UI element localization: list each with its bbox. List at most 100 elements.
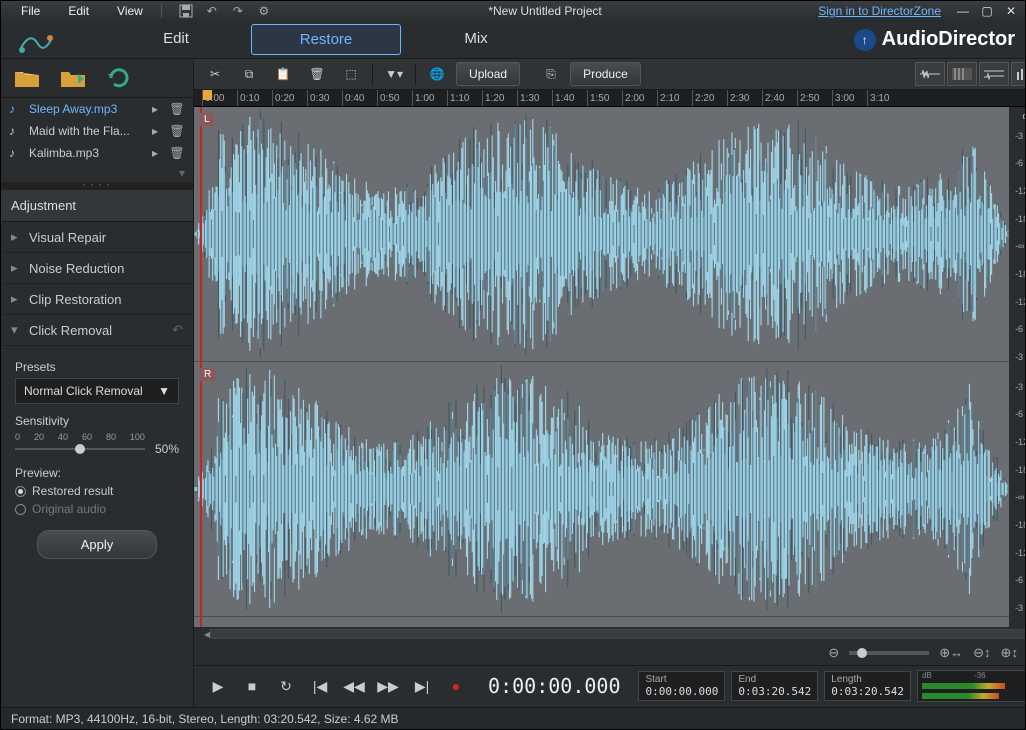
open-folder-icon[interactable]: [13, 67, 41, 89]
play-icon[interactable]: ▸: [147, 146, 163, 160]
rewind-button[interactable]: ◀◀: [340, 672, 368, 700]
produce-button[interactable]: Produce: [570, 62, 641, 86]
play-button[interactable]: ▶: [204, 672, 232, 700]
export-icon[interactable]: ⎘: [536, 61, 566, 87]
play-icon[interactable]: ▸: [147, 124, 163, 138]
ruler-tick: 1:30: [517, 90, 539, 106]
radio-restored-result[interactable]: Restored result: [15, 484, 179, 498]
loop-button[interactable]: ↻: [272, 672, 300, 700]
ruler-tick: 0:50: [377, 90, 399, 106]
tab-restore[interactable]: Restore: [251, 24, 401, 55]
db-tick: -12: [1015, 297, 1025, 307]
zoom-controls: ⊖ ⊕↔ ⊖↕ ⊕↕ ⛶: [194, 641, 1025, 665]
menu-view[interactable]: View: [103, 4, 157, 18]
db-tick: -6: [1015, 324, 1025, 334]
view-spectral-icon[interactable]: [947, 62, 977, 86]
horizontal-scrollbar[interactable]: ◂ ▸: [194, 627, 1025, 641]
crop-icon[interactable]: ⬚: [336, 61, 366, 87]
view-split-icon[interactable]: [979, 62, 1009, 86]
zoom-out-v-icon[interactable]: ⊖↕: [973, 645, 990, 661]
scrollbar-thumb[interactable]: [211, 630, 1025, 638]
zoom-slider[interactable]: [849, 651, 929, 655]
tab-mix[interactable]: Mix: [401, 24, 551, 55]
paste-icon[interactable]: 📋: [268, 61, 298, 87]
cut-icon[interactable]: ✂: [200, 61, 230, 87]
db-tick: -6: [1015, 409, 1025, 419]
maximize-button[interactable]: ▢: [979, 3, 995, 19]
media-item[interactable]: ♪ Maid with the Fla... ▸ 🗑: [1, 120, 193, 142]
apply-button[interactable]: Apply: [37, 530, 157, 559]
menu-edit[interactable]: Edit: [54, 4, 103, 18]
trash-icon[interactable]: 🗑: [169, 146, 185, 160]
range-start[interactable]: Start0:00:00.000: [638, 671, 725, 701]
presets-label: Presets: [15, 360, 179, 374]
refresh-icon[interactable]: [105, 67, 133, 89]
media-item[interactable]: ♪ Sleep Away.mp3 ▸ 🗑: [1, 98, 193, 120]
editor-panel: ✂ ⧉ 📋 🗑 ⬚ ▼▾ 🌐 Upload ⎘ Produce: [194, 59, 1025, 707]
adj-click-removal[interactable]: ▾Click Removal↶: [1, 315, 193, 346]
view-waveform-icon[interactable]: [915, 62, 945, 86]
stop-button[interactable]: ■: [238, 672, 266, 700]
adj-clip-restoration[interactable]: ▸Clip Restoration: [1, 284, 193, 315]
ruler-tick: 0:40: [342, 90, 364, 106]
ruler-tick: 1:00: [412, 90, 434, 106]
level-meter: dB-360: [917, 670, 1025, 702]
radio-icon: [15, 486, 26, 497]
time-ruler[interactable]: 0:000:100:200:300:400:501:001:101:201:30…: [194, 90, 1025, 107]
forward-button[interactable]: ▶▶: [374, 672, 402, 700]
zoom-in-h-icon[interactable]: ⊕↔: [939, 645, 963, 661]
range-length[interactable]: Length0:03:20.542: [824, 671, 911, 701]
adjustment-header: Adjustment: [1, 190, 193, 222]
media-item[interactable]: ♪ Kalimba.mp3 ▸ 🗑: [1, 142, 193, 164]
adj-noise-reduction[interactable]: ▸Noise Reduction: [1, 253, 193, 284]
click-removal-panel: Presets Normal Click Removal ▼ Sensitivi…: [1, 346, 193, 573]
copy-icon[interactable]: ⧉: [234, 61, 264, 87]
scroll-down-icon[interactable]: ▾: [1, 164, 193, 182]
sensitivity-slider[interactable]: [15, 442, 145, 456]
settings-icon[interactable]: ⚙: [256, 3, 272, 19]
delete-icon[interactable]: 🗑: [302, 61, 332, 87]
ruler-tick: 2:20: [692, 90, 714, 106]
ruler-tick: 0:30: [307, 90, 329, 106]
radio-original-audio[interactable]: Original audio: [15, 502, 179, 516]
menu-file[interactable]: File: [7, 4, 54, 18]
trash-icon[interactable]: 🗑: [169, 102, 185, 116]
play-icon[interactable]: ▸: [147, 102, 163, 116]
close-button[interactable]: ✕: [1003, 3, 1019, 19]
waveform-right-channel[interactable]: R: [194, 362, 1009, 617]
marker-icon[interactable]: ▼▾: [379, 61, 409, 87]
db-tick: -6: [1015, 575, 1025, 585]
save-icon[interactable]: [178, 3, 194, 19]
signin-link[interactable]: Sign in to DirectorZone: [818, 4, 941, 18]
chevron-down-icon: ▼: [158, 384, 170, 398]
undo-icon[interactable]: ↶: [172, 322, 183, 338]
upload-button[interactable]: Upload: [456, 62, 520, 86]
waveform-area[interactable]: L R dB -3-6-12-18-∞-18-12-6-3 -3-6-12-18…: [194, 107, 1025, 627]
panel-splitter[interactable]: • • • •: [1, 182, 193, 190]
app-logo: [8, 20, 64, 64]
adj-visual-repair[interactable]: ▸Visual Repair: [1, 222, 193, 253]
view-bars-icon[interactable]: [1011, 62, 1025, 86]
db-tick: -12: [1015, 548, 1025, 558]
prev-button[interactable]: |◀: [306, 672, 334, 700]
zoom-in-v-icon[interactable]: ⊕↕: [1001, 645, 1018, 661]
music-note-icon: ♪: [9, 102, 23, 116]
minimize-button[interactable]: —: [955, 3, 971, 19]
preset-select[interactable]: Normal Click Removal ▼: [15, 378, 179, 404]
ruler-tick: 0:00: [202, 90, 224, 106]
ruler-tick: 2:00: [622, 90, 644, 106]
db-tick: -3: [1015, 352, 1025, 362]
record-button[interactable]: ●: [442, 672, 470, 700]
undo-icon[interactable]: ↶: [204, 3, 220, 19]
zoom-out-h-icon[interactable]: ⊖: [828, 645, 839, 661]
adj-item-label: Visual Repair: [29, 230, 106, 245]
waveform-left-channel[interactable]: L: [194, 107, 1009, 362]
trash-icon[interactable]: 🗑: [169, 124, 185, 138]
globe-icon[interactable]: 🌐: [422, 61, 452, 87]
range-end[interactable]: End0:03:20.542: [731, 671, 818, 701]
next-button[interactable]: ▶|: [408, 672, 436, 700]
redo-icon[interactable]: ↷: [230, 3, 246, 19]
tab-edit[interactable]: Edit: [101, 24, 251, 55]
brand-name: AudioDirector: [882, 28, 1015, 51]
import-folder-icon[interactable]: [59, 67, 87, 89]
